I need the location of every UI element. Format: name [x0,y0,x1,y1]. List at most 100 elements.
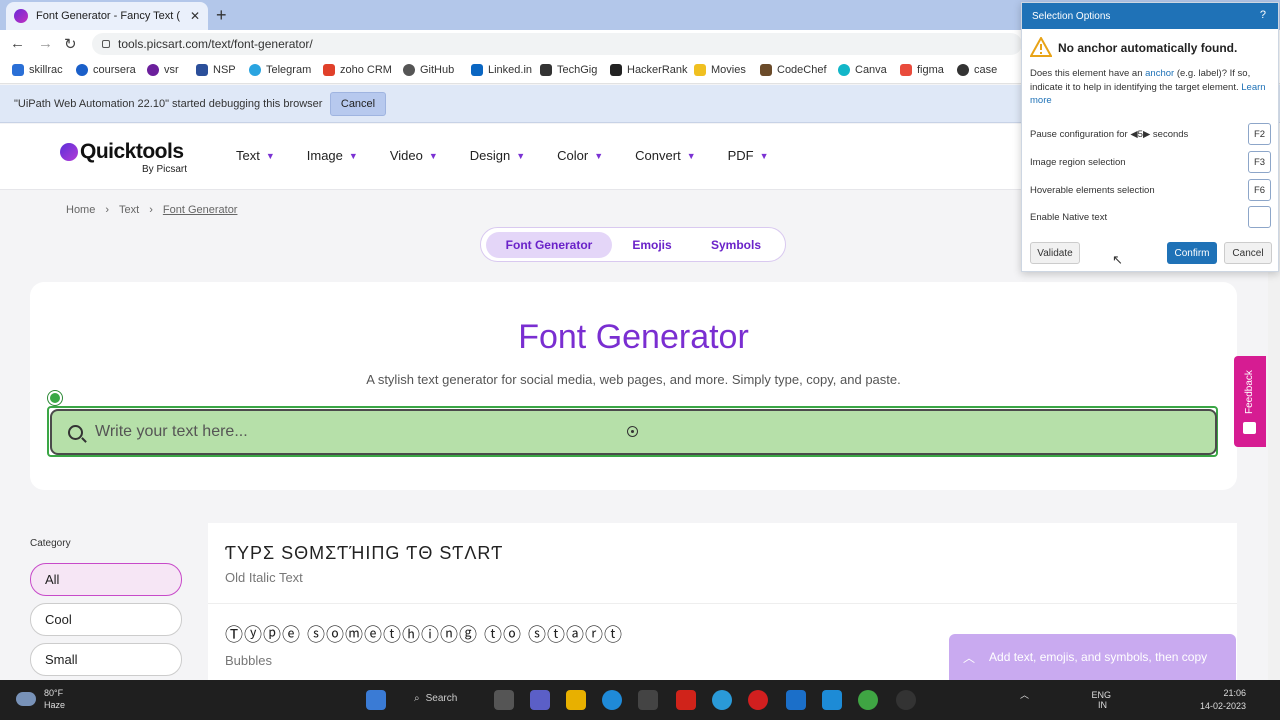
recorder-icon[interactable] [896,690,916,710]
bookmark-item[interactable]: figma [900,64,944,76]
chevron-down-icon: ▼ [686,150,696,161]
menu-video[interactable]: Video ▼ [390,148,438,163]
cancel-button[interactable]: Cancel [1224,242,1272,264]
bookmark-item[interactable]: NSP [196,64,236,76]
task-view-icon[interactable] [494,690,514,710]
store-icon[interactable] [638,690,658,710]
edge-icon[interactable] [602,690,622,710]
debug-cancel-button[interactable]: Cancel [330,92,386,116]
text-input[interactable] [95,423,595,441]
result-label: Bubbles [225,653,272,668]
app-icon[interactable] [676,690,696,710]
bookmark-item[interactable]: Linked.in [471,64,532,76]
result-divider [208,603,1237,604]
system-tray[interactable]: ︿ ENG IN [1020,688,1111,710]
confirm-button[interactable]: Confirm [1167,242,1217,264]
main-menu: Text ▼ Image ▼ Video ▼ Design ▼ Color ▼ Conve… [236,148,801,163]
bookmark-item[interactable]: zoho CRM [323,64,392,76]
taskbar-search[interactable]: ⌕ Search [414,693,457,704]
start-icon[interactable] [366,690,386,710]
reload-icon[interactable]: ↻ [64,35,77,53]
bookmark-item[interactable]: CodeChef [760,64,827,76]
hoverable-key-button[interactable]: F6 [1248,179,1271,201]
warning-icon [1030,37,1052,57]
image-region-label: Image region selection [1030,157,1126,168]
forward-icon[interactable]: → [38,35,53,52]
hoverable-elements-label: Hoverable elements selection [1030,185,1155,196]
browser-tab-active[interactable]: Font Generator - Fancy Text ( Co ✕ [6,2,208,30]
menu-convert[interactable]: Convert ▼ [635,148,695,163]
url-field[interactable]: tools.picsart.com/text/font-generator/ [92,33,1022,55]
bookmark-item[interactable]: Movies [694,64,746,76]
page-subtitle: A stylish text generator for social medi… [366,372,901,387]
logo-byline: By Picsart [142,164,188,175]
feedback-tab[interactable]: Feedback [1234,356,1266,447]
category-cool[interactable]: Cool [30,603,182,636]
tool-tabs: Font Generator Emojis Symbols [480,227,786,262]
new-tab-icon[interactable]: + [216,5,227,26]
tab-font-generator[interactable]: Font Generator [486,232,612,258]
native-text-checkbox[interactable] [1248,206,1271,228]
breadcrumb-current[interactable]: Font Generator [163,204,238,216]
debug-message: "UiPath Web Automation 22.10" started de… [14,98,323,110]
anchor-link[interactable]: anchor [1145,68,1174,79]
category-all[interactable]: All [30,563,182,596]
bookmark-item[interactable]: GitHub [403,64,454,76]
chevron-down-icon: ▼ [516,150,526,161]
image-region-key-button[interactable]: F3 [1248,151,1271,173]
clock[interactable]: 21:06 14-02-2023 [1200,687,1246,713]
tab-emojis[interactable]: Emojis [617,232,687,258]
bookmark-item[interactable]: coursera [76,64,136,76]
breadcrumb-home[interactable]: Home [66,204,95,216]
bookmark-item[interactable]: Telegram [249,64,311,76]
breadcrumb-separator-icon: › [105,204,110,216]
bookmark-item[interactable]: TechGig [540,64,597,76]
bookmark-item[interactable]: vsr [147,64,179,76]
file-explorer-icon[interactable] [566,690,586,710]
result-preview: Ⓣⓨⓟⓔ ⓢⓞⓜⓔⓣⓗⓘⓝⓖ ⓣⓞ ⓢⓣⓐⓡⓣ [225,625,624,645]
bookmark-item[interactable]: HackerRank [610,64,688,76]
decrement-icon[interactable]: ◀ [1130,129,1137,140]
selection-options-dialog: Selection Options ? No anchor automatica… [1021,2,1279,272]
close-tab-icon[interactable]: ✕ [190,9,200,23]
teams-icon[interactable] [530,690,550,710]
target-marker-icon [48,391,62,405]
copy-hint-toast[interactable]: ︿ Add text, emojis, and symbols, then co… [949,634,1236,680]
bookmark-item[interactable]: skillrac [12,64,63,76]
bookmark-item[interactable]: case [957,64,997,76]
logo-name: Quicktools [80,140,184,163]
chevron-up-icon: ︿ [963,650,976,665]
back-icon[interactable]: ← [10,35,25,52]
breadcrumb-text[interactable]: Text [119,204,139,216]
tab-symbols[interactable]: Symbols [695,232,777,258]
chrome-icon[interactable] [858,690,878,710]
weather-widget[interactable]: 80°F Haze [16,687,65,711]
python-icon[interactable] [712,690,732,710]
region-code: IN [1098,700,1107,710]
pause-key-button[interactable]: F2 [1248,123,1271,145]
opera-icon[interactable] [748,690,768,710]
url-text: tools.picsart.com/text/font-generator/ [118,37,313,51]
weather-temp: 80°F [44,688,64,698]
uipath-studio-icon[interactable] [822,690,842,710]
bookmark-item[interactable]: Canva [838,64,887,76]
help-icon[interactable]: ? [1260,9,1266,21]
menu-design[interactable]: Design ▼ [470,148,525,163]
menu-text[interactable]: Text ▼ [236,148,275,163]
toast-text: Add text, emojis, and symbols, then copy [989,650,1208,664]
lock-icon [102,40,110,48]
mouse-cursor-icon: ↖ [1112,252,1123,267]
windows-taskbar: 80°F Haze ⌕ Search ︿ ENG IN 21:06 14-02-2… [0,680,1280,720]
result-item[interactable]: Ⓣⓨⓟⓔ ⓢⓞⓜⓔⓣⓗⓘⓝⓖ ⓣⓞ ⓢⓣⓐⓡⓣ Bubbles [225,621,623,668]
result-item[interactable]: ƬΥPΣ SΘMΣƬΉIΠG ƬΘ SƬΛRƬ Old Italic Text [225,543,503,585]
category-small[interactable]: Small [30,643,182,676]
vscode-icon[interactable] [786,690,806,710]
dialog-title: Selection Options [1032,10,1111,22]
picsart-favicon-icon [14,9,28,23]
validate-button[interactable]: Validate [1030,242,1080,264]
increment-icon[interactable]: ▶ [1143,129,1150,140]
menu-color[interactable]: Color ▼ [557,148,603,163]
menu-image[interactable]: Image ▼ [307,148,358,163]
result-preview: ƬΥPΣ SΘMΣƬΉIΠG ƬΘ SƬΛRƬ [225,543,504,563]
menu-pdf[interactable]: PDF ▼ [728,148,769,163]
